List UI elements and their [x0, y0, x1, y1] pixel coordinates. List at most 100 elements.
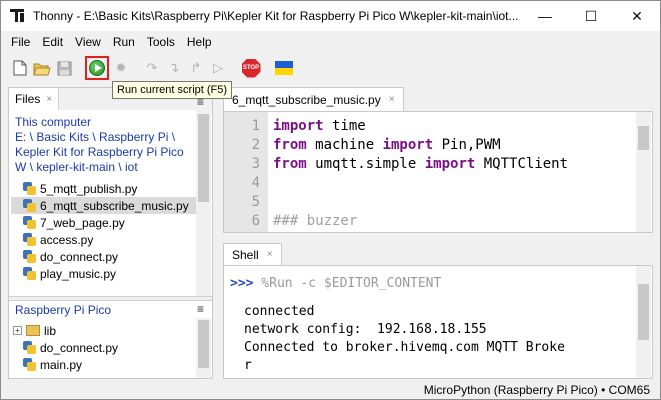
code-token: import [424, 156, 476, 172]
menu-tools[interactable]: Tools [141, 35, 181, 49]
python-file-icon [23, 341, 36, 354]
code-editor[interactable]: 1 2 3 4 5 6 import time from machine imp… [223, 111, 653, 233]
menu-view[interactable]: View [69, 35, 107, 49]
list-item[interactable]: 7_web_page.py [11, 214, 197, 231]
file-name: do_connect.py [40, 249, 119, 264]
toolbar: ✹ ↷ ↴ ↱ ▷ STOP [1, 55, 660, 83]
code-line: from machine import Pin,PWM [273, 137, 501, 153]
pico-scroll-thumb[interactable] [198, 320, 209, 368]
file-name: 7_web_page.py [40, 215, 125, 230]
file-name: main.py [40, 357, 83, 372]
list-item[interactable]: main.py [11, 356, 197, 373]
thonny-logo-icon [9, 7, 27, 25]
python-file-icon [23, 182, 36, 195]
tab-files[interactable]: Files × [9, 88, 60, 110]
open-file-button[interactable] [32, 58, 52, 78]
stop-button[interactable]: STOP [241, 58, 261, 78]
tab-editor-file[interactable]: 6_mqtt_subscribe_music.py × [223, 87, 404, 111]
run-script-button[interactable] [85, 56, 109, 80]
shell-scroll-thumb[interactable] [638, 284, 649, 340]
menu-file[interactable]: File [5, 35, 36, 49]
line-number: 5 [251, 194, 260, 210]
list-item[interactable]: play_music.py [11, 265, 197, 282]
editor-tabstrip: 6_mqtt_subscribe_music.py × [223, 87, 653, 111]
pico-scrollbar[interactable] [196, 318, 211, 378]
code-token: umqtt.simple [306, 156, 425, 172]
code-token: from [273, 137, 307, 153]
run-tooltip: Run current script (F5) [112, 81, 233, 99]
shell-output-line: Connected to broker.hivemq.com MQTT Brok… [244, 340, 565, 355]
shell-console[interactable]: >>> %Run -c $EDITOR_CONTENT connected ne… [223, 265, 653, 379]
open-folder-icon [33, 63, 51, 75]
file-name: play_music.py [40, 266, 117, 281]
list-item[interactable]: do_connect.py [11, 339, 197, 356]
menu-run[interactable]: Run [107, 35, 141, 49]
minimize-button[interactable]: — [522, 1, 568, 31]
window-title: Thonny - E:\Basic Kits\Raspberry Pi\Kepl… [33, 9, 519, 23]
tab-files-close-icon[interactable]: × [46, 94, 52, 105]
python-file-icon [23, 250, 36, 263]
step-into-icon: ↴ [168, 60, 180, 75]
maximize-button[interactable]: ☐ [568, 1, 614, 31]
file-name: lib [44, 323, 57, 338]
list-item-folder[interactable]: + lib [11, 322, 197, 339]
new-file-button[interactable] [10, 58, 30, 78]
shell-tab-close-icon[interactable]: × [267, 249, 273, 260]
step-out-button[interactable]: ↱ [186, 58, 206, 78]
code-token: from [273, 156, 307, 172]
run-icon [89, 60, 105, 76]
list-item[interactable]: do_connect.py [11, 248, 197, 265]
file-name: access.py [40, 232, 94, 247]
step-into-button[interactable]: ↴ [164, 58, 184, 78]
list-item-selected[interactable]: 6_mqtt_subscribe_music.py [11, 197, 197, 214]
shell-scrollbar[interactable] [636, 266, 651, 378]
editor-tab-close-icon[interactable]: × [389, 94, 395, 105]
list-item[interactable]: 5_mqtt_publish.py [11, 180, 197, 197]
pico-menu-icon[interactable]: ≡ [197, 302, 204, 316]
python-file-icon [23, 199, 36, 212]
editor-tab-label: 6_mqtt_subscribe_music.py [232, 92, 381, 107]
python-file-icon [23, 216, 36, 229]
ukraine-flag-icon [275, 61, 293, 75]
stop-icon: STOP [241, 58, 261, 78]
computer-path-breadcrumb[interactable]: E: \ Basic Kits \ Raspberry Pi \ Kepler … [15, 130, 190, 175]
pico-heading: Raspberry Pi Pico [15, 303, 112, 317]
code-token: import [382, 137, 434, 153]
file-name: do_connect.py [40, 340, 119, 355]
shell-command-line: >>> %Run -c $EDITOR_CONTENT [230, 276, 441, 291]
shell-tabstrip: Shell × [223, 243, 653, 265]
folder-icon [26, 325, 40, 336]
step-over-button[interactable]: ↷ [142, 58, 162, 78]
status-bar: MicroPython (Raspberry Pi Pico) • COM65 [1, 380, 660, 399]
editor-scroll-thumb[interactable] [638, 126, 649, 150]
step-over-icon: ↷ [146, 60, 158, 75]
files-scrollbar[interactable] [196, 110, 211, 296]
menu-edit[interactable]: Edit [36, 35, 69, 49]
interpreter-status[interactable]: MicroPython (Raspberry Pi Pico) • COM65 [424, 383, 650, 397]
save-button[interactable] [54, 58, 74, 78]
list-item[interactable]: access.py [11, 231, 197, 248]
line-number: 3 [251, 156, 260, 172]
python-file-icon [23, 358, 36, 371]
tab-shell[interactable]: Shell × [223, 243, 282, 265]
panel-splitter[interactable] [9, 296, 212, 301]
file-name: 5_mqtt_publish.py [40, 181, 138, 196]
menu-help[interactable]: Help [181, 35, 218, 49]
shell-prompt: >>> [230, 276, 254, 291]
support-ukraine-button[interactable] [274, 58, 294, 78]
shell-tab-label: Shell [232, 247, 259, 262]
resume-button[interactable]: ▷ [208, 58, 228, 78]
code-token: MQTTClient [475, 156, 569, 172]
files-scroll-thumb[interactable] [198, 114, 209, 202]
save-disk-icon [57, 61, 71, 75]
editor-scrollbar[interactable] [636, 112, 651, 232]
title-bar: Thonny - E:\Basic Kits\Raspberry Pi\Kepl… [1, 1, 660, 31]
file-name: 6_mqtt_subscribe_music.py [40, 198, 189, 213]
debug-button[interactable]: ✹ [111, 58, 131, 78]
thonny-window: Thonny - E:\Basic Kits\Raspberry Pi\Kepl… [0, 0, 661, 400]
close-window-button[interactable]: ✕ [614, 1, 660, 31]
code-token: time [323, 118, 366, 134]
code-comment: ### buzzer [273, 213, 358, 229]
expand-icon[interactable]: + [13, 326, 22, 335]
shell-output-line: network config: 192.168.18.155 [244, 322, 487, 337]
